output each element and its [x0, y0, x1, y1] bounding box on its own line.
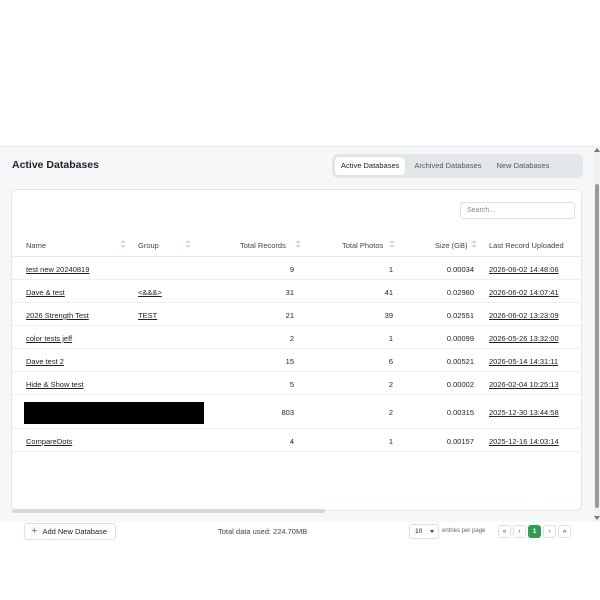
last-record-uploaded-link[interactable]: 2025-12-16 14:03:14 [489, 437, 559, 446]
table-row: Dave test 2 15 6 0.00521 2026-05-14 14:31:11 [12, 349, 583, 372]
search-input[interactable]: Search... [460, 202, 575, 219]
entries-per-page-label: entries per page [442, 528, 486, 534]
total-records-value: 21 [285, 311, 294, 320]
table-header: Name Group Total Records Total Photos Si… [12, 232, 583, 257]
databases-panel: Active Databases Active Databases Archiv… [0, 146, 594, 540]
total-records-value: 803 [281, 408, 294, 417]
add-new-database-label: Add New Database [42, 527, 108, 536]
last-record-uploaded-link[interactable]: 2026-06-02 14:48:06 [489, 265, 559, 274]
database-name-link[interactable]: Dave & test [26, 288, 65, 297]
horizontal-scrollbar[interactable] [12, 509, 325, 513]
last-record-uploaded-link[interactable]: 2025-12-30 13:44:58 [489, 408, 559, 417]
plus-icon: + [31, 525, 38, 537]
redacted-name-block [24, 402, 204, 424]
last-record-uploaded-link[interactable]: 2026-06-02 14:07:41 [489, 288, 559, 297]
scroll-down-arrow-icon[interactable] [594, 516, 600, 520]
last-record-uploaded-link[interactable]: 2026-05-14 14:31:11 [489, 357, 558, 366]
total-records-value: 31 [285, 288, 294, 297]
column-header-total-records[interactable]: Total Records [240, 241, 286, 250]
total-records-value: 2 [289, 334, 294, 343]
database-group-link[interactable]: <&&&> [138, 288, 162, 297]
sort-icon[interactable] [389, 240, 395, 250]
total-data-used: Total data used: 224.70MB [218, 527, 308, 536]
first-page-button[interactable]: « [498, 525, 511, 538]
previous-page-button[interactable]: ‹ [513, 525, 526, 538]
databases-card: Search... Name Group Total Records Total… [11, 189, 583, 540]
database-tabs: Active Databases Archived Databases New … [332, 154, 583, 178]
next-page-button[interactable]: › [543, 525, 556, 538]
last-record-uploaded-link[interactable]: 2026-05-26 13:32:00 [489, 334, 559, 343]
chevron-down-icon [430, 530, 434, 533]
database-name-link[interactable]: color tests jeff [26, 334, 72, 343]
size-value: 0.02551 [446, 311, 474, 320]
table-row: CompareDots 4 1 0.00157 2025-12-16 14:03:14 [12, 429, 583, 452]
size-value: 0.00002 [446, 380, 474, 389]
table-row: Dave & test <&&&> 31 41 0.02980 2026-06-02 14… [12, 280, 583, 303]
table-row: 803 2 0.00315 2025-12-30 13:44:58 [12, 395, 583, 429]
total-photos-value: 39 [384, 311, 393, 320]
last-record-uploaded-link[interactable]: 2026-06-02 13:23:09 [489, 311, 559, 320]
size-value: 0.00315 [446, 408, 474, 417]
size-value: 0.02980 [446, 288, 474, 297]
column-header-group[interactable]: Group [138, 241, 159, 250]
column-header-size[interactable]: Size (GB) [435, 241, 468, 250]
size-value: 0.00034 [446, 265, 474, 274]
scroll-up-arrow-icon[interactable] [594, 148, 600, 152]
table-row: color tests jeff 2 1 0.00099 2026-05-26 13:3… [12, 326, 583, 349]
total-photos-value: 2 [388, 380, 393, 389]
total-photos-value: 6 [388, 357, 393, 366]
database-name-link[interactable]: Dave test 2 [26, 357, 64, 366]
column-header-total-photos[interactable]: Total Photos [342, 241, 383, 250]
database-name-link[interactable]: 2026 Strength Test [26, 311, 89, 320]
last-page-button[interactable]: » [558, 525, 571, 538]
total-photos-value: 2 [388, 408, 393, 417]
table-row: Hide & Show test 5 2 0.00002 2026-02-04 10:2… [12, 372, 583, 395]
tab-archived-databases[interactable]: Archived Databases [408, 157, 487, 175]
page-1-button[interactable]: 1 [528, 525, 541, 538]
tab-active-databases[interactable]: Active Databases [335, 157, 406, 175]
table-row: test new 20240819 9 1 0.00034 2026-06-02 14:… [12, 257, 583, 280]
entries-per-page-select[interactable]: 10 [409, 524, 439, 539]
total-photos-value: 1 [388, 437, 393, 446]
total-photos-value: 41 [384, 288, 393, 297]
sort-icon[interactable] [471, 240, 477, 250]
tab-new-databases[interactable]: New Databases [491, 157, 556, 175]
column-header-last-record-uploaded[interactable]: Last Record Uploaded [489, 241, 564, 250]
table-row: 2026 Strength Test TEST 21 39 0.02551 2026-06… [12, 303, 583, 326]
total-records-value: 5 [289, 380, 294, 389]
database-name-link[interactable]: Hide & Show test [26, 380, 84, 389]
column-header-name[interactable]: Name [26, 241, 46, 250]
size-value: 0.00099 [446, 334, 474, 343]
total-photos-value: 1 [388, 334, 393, 343]
entries-per-page-value: 10 [415, 528, 423, 535]
sort-icon[interactable] [120, 240, 126, 250]
total-records-value: 15 [285, 357, 294, 366]
sort-icon[interactable] [295, 240, 301, 250]
database-name-link[interactable]: test new 20240819 [26, 265, 89, 274]
vertical-scrollbar-thumb[interactable] [595, 184, 599, 508]
page-title: Active Databases [12, 159, 99, 171]
size-value: 0.00521 [446, 357, 474, 366]
total-records-value: 9 [289, 265, 294, 274]
total-records-value: 4 [289, 437, 294, 446]
database-name-link[interactable]: CompareDots [26, 437, 72, 446]
add-new-database-button[interactable]: + Add New Database [24, 523, 116, 540]
total-photos-value: 1 [388, 265, 393, 274]
database-group-link[interactable]: TEST [138, 311, 157, 320]
sort-icon[interactable] [185, 240, 191, 250]
size-value: 0.00157 [446, 437, 474, 446]
last-record-uploaded-link[interactable]: 2026-02-04 10:25:13 [489, 380, 559, 389]
